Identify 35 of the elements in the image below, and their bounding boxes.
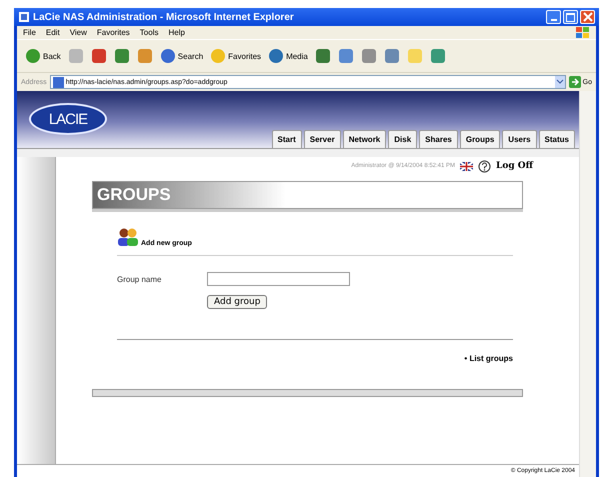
search-button[interactable]: Search <box>160 48 204 64</box>
nav-tab[interactable]: Network <box>342 130 386 148</box>
back-button[interactable]: Back <box>25 48 61 64</box>
flag-icon <box>460 162 474 170</box>
media-button[interactable]: Media <box>268 48 308 64</box>
nav-tab[interactable]: Groups <box>460 130 500 148</box>
nav-tab[interactable]: Disk <box>388 130 418 148</box>
windows-logo-icon <box>576 26 590 38</box>
page-heading: GROUPS <box>97 185 171 205</box>
nav-tab[interactable]: Users <box>502 130 537 148</box>
add-group-button[interactable]: Add group <box>207 295 268 309</box>
field-label: Group name <box>117 274 162 284</box>
browser-icon <box>18 11 30 23</box>
help-icon[interactable] <box>478 160 492 172</box>
nav-tab[interactable]: Start <box>272 130 302 148</box>
nav-tab[interactable]: Shares <box>419 130 458 148</box>
menu-item[interactable]: Help <box>168 28 185 37</box>
logo: LACIE <box>29 103 107 135</box>
list-groups-link[interactable]: • List groups <box>464 354 513 363</box>
close-button[interactable] <box>580 10 595 24</box>
users-icon <box>117 227 139 247</box>
menu-item[interactable]: View <box>70 28 87 37</box>
maximize-button[interactable] <box>563 10 578 24</box>
scrollbar[interactable] <box>579 91 596 477</box>
minimize-button[interactable] <box>546 10 561 24</box>
nav-tab[interactable]: Status <box>538 130 575 148</box>
favorites-button[interactable]: Favorites <box>210 48 262 64</box>
nav-tab[interactable]: Server <box>304 130 341 148</box>
menu-item[interactable]: Tools <box>140 28 158 37</box>
logoff-link[interactable]: Log Off <box>496 161 533 171</box>
menu-item[interactable]: File <box>23 28 36 37</box>
menu-item[interactable]: Favorites <box>96 28 130 37</box>
group-name-field[interactable] <box>207 272 350 286</box>
window-title: LaCie NAS Administration - Microsoft Internet Explorer <box>33 12 295 22</box>
menu-item[interactable]: Edit <box>46 28 60 37</box>
